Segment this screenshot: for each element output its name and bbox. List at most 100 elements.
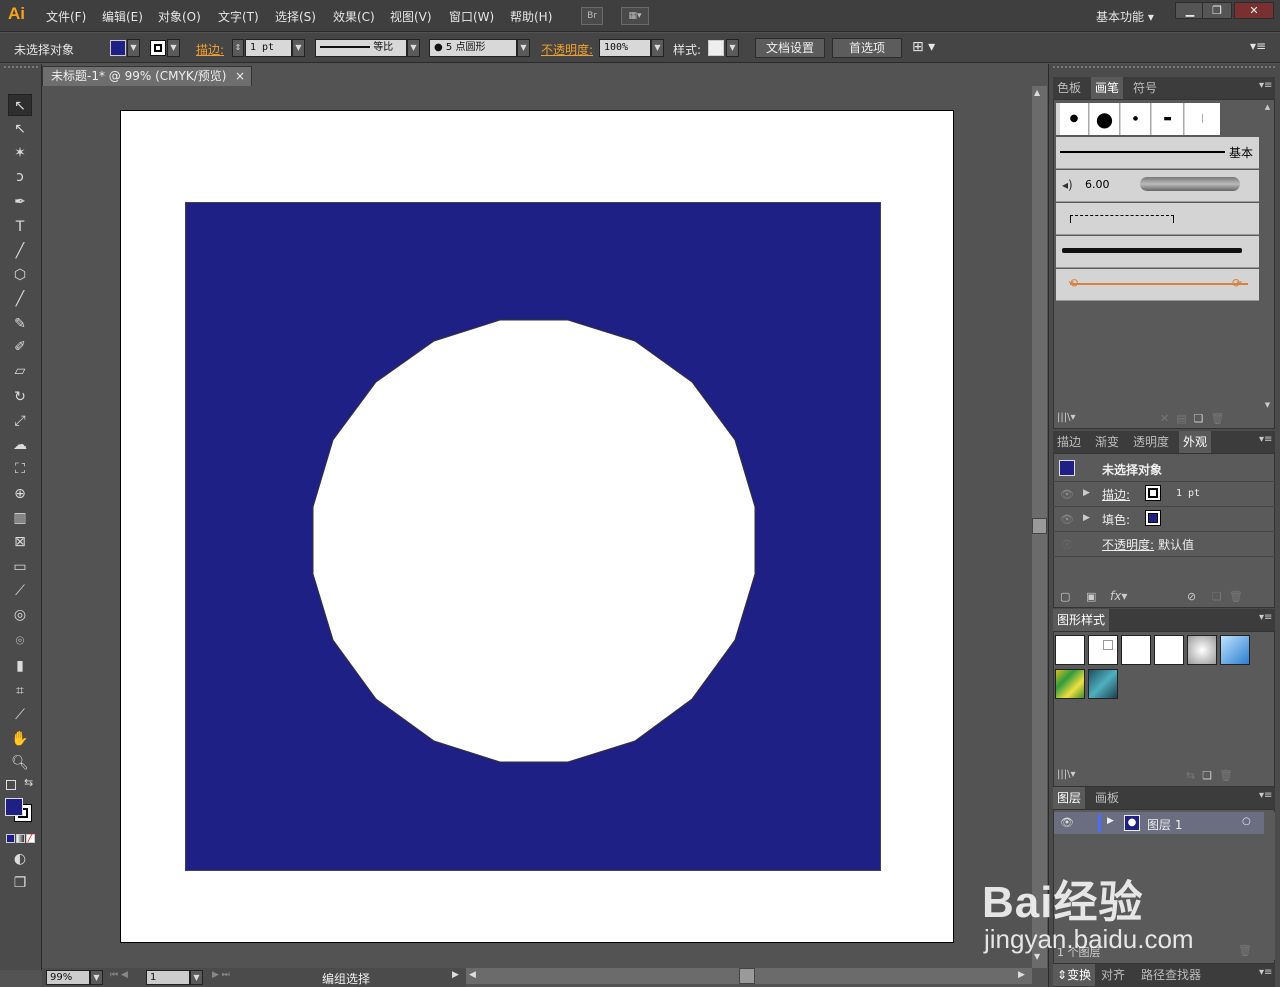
brush-art-arrow[interactable]: ⟲ ⟳	[1056, 269, 1259, 301]
first-artboard-icon[interactable]: ⏮ ◀	[110, 970, 128, 980]
profile-dropdown-icon[interactable]: ▼	[407, 39, 420, 57]
stroke-stepper-icon[interactable]: ⇕	[232, 39, 244, 57]
menu-help[interactable]: 帮助(H)	[510, 8, 552, 25]
bridge-button[interactable]: Br	[581, 7, 603, 25]
horizontal-scrollbar[interactable]: ◀ ▶	[466, 968, 1032, 984]
scroll-left-icon[interactable]: ◀	[469, 970, 476, 980]
none-mode-icon[interactable]: ╱	[26, 834, 35, 843]
appearance-opacity-label[interactable]: 不透明度:	[1102, 536, 1154, 553]
vertical-scrollbar[interactable]: ▲ ▼	[1032, 86, 1047, 968]
add-effect-icon[interactable]: fx▾	[1110, 589, 1127, 603]
symbol-sprayer-tool-icon[interactable]: ⌾	[8, 630, 32, 652]
zoom-dropdown-icon[interactable]: ▼	[90, 970, 103, 985]
control-menu-icon[interactable]: ▾≡	[1250, 39, 1266, 53]
style-green-pattern[interactable]	[1055, 669, 1085, 699]
minimize-button[interactable]: ▁	[1175, 2, 1205, 19]
artboard-number-field[interactable]: 1	[146, 970, 190, 985]
mesh-tool-icon[interactable]: ⊠	[8, 531, 32, 553]
style-default-text[interactable]	[1088, 635, 1118, 665]
document-setup-button[interactable]: 文档设置	[755, 38, 825, 58]
close-document-icon[interactable]: ×	[235, 67, 245, 85]
stroke-weight-dropdown-icon[interactable]: ▼	[292, 39, 305, 57]
opacity-label[interactable]: 不透明度:	[541, 41, 593, 58]
tab-transform[interactable]: ⇕变换	[1053, 964, 1096, 986]
brush-dropdown-icon[interactable]: ▼	[517, 39, 530, 57]
opacity-dropdown-icon[interactable]: ▼	[651, 39, 664, 57]
perspective-grid-tool-icon[interactable]: ▥	[8, 507, 32, 529]
tab-brushes[interactable]: 画笔	[1091, 77, 1124, 99]
brush-dot-thin[interactable]: |	[1185, 103, 1220, 135]
brush-definition[interactable]: ● 5 点圆形	[429, 39, 517, 57]
tab-stroke[interactable]: 描边	[1053, 431, 1085, 453]
blend-tool-icon[interactable]: ◎	[8, 604, 32, 626]
default-colors-icon[interactable]	[6, 780, 16, 790]
layer-row[interactable]: 👁︎ ▶ ● 图层 1 ○	[1054, 812, 1264, 834]
style-none[interactable]	[1154, 635, 1184, 665]
stroke-label[interactable]: 描边:	[196, 41, 224, 58]
brush-library-icon[interactable]: |||\▾	[1057, 412, 1076, 423]
preferences-button[interactable]: 首选项	[832, 38, 902, 58]
appearance-fill-swatch[interactable]	[1145, 510, 1161, 526]
magic-wand-tool-icon[interactable]: ✶	[8, 142, 32, 164]
brush-dot-tiny[interactable]: ●	[1121, 103, 1151, 135]
color-mode-icon[interactable]	[6, 834, 15, 843]
style-swatch[interactable]	[708, 40, 724, 56]
style-dropdown-icon[interactable]: ▼	[726, 39, 739, 57]
screen-mode-icon[interactable]: ❐	[8, 872, 32, 894]
opacity-field[interactable]: 100%	[599, 39, 651, 57]
pencil-tool-icon[interactable]: ✎	[8, 313, 32, 335]
status-mode[interactable]: 编组选择	[322, 970, 370, 987]
blob-brush-tool-icon[interactable]: ✐	[8, 336, 32, 358]
layer-name[interactable]: 图层 1	[1147, 816, 1182, 833]
fill-color-box[interactable]	[5, 798, 23, 816]
layers-panel-menu-icon[interactable]: ▾≡	[1259, 790, 1272, 801]
line-tool-icon[interactable]: ╱	[8, 240, 32, 262]
toolbox-grip[interactable]	[4, 66, 38, 72]
appearance-panel-menu-icon[interactable]: ▾≡	[1259, 434, 1272, 445]
clear-appearance-icon[interactable]: ⊘	[1187, 590, 1196, 603]
stroke-expand-icon[interactable]: ▶	[1083, 488, 1090, 498]
fill-visibility-icon[interactable]: 👁︎	[1060, 513, 1074, 526]
appearance-stroke-swatch[interactable]	[1145, 485, 1161, 501]
menu-type[interactable]: 文字(T)	[218, 8, 259, 25]
menu-window[interactable]: 窗口(W)	[449, 8, 494, 25]
duplicate-item-icon[interactable]: ❏ 🗑︎	[1212, 590, 1243, 603]
style-blue-gradient[interactable]	[1220, 635, 1250, 665]
new-stroke-icon[interactable]: ▢	[1060, 590, 1070, 603]
brush-dot-large[interactable]: ●	[1090, 103, 1120, 135]
tab-symbols[interactable]: 符号	[1129, 77, 1161, 99]
tab-graphic-styles[interactable]: 图形样式	[1053, 609, 1110, 631]
tab-transparency[interactable]: 透明度	[1129, 431, 1173, 453]
vertical-scroll-thumb[interactable]	[1032, 518, 1047, 534]
slice-tool-icon[interactable]: ⟋	[8, 704, 32, 726]
graphic-styles-menu-icon[interactable]: ▾≡	[1259, 612, 1272, 623]
status-menu-icon[interactable]: ▶	[452, 970, 459, 980]
menu-select[interactable]: 选择(S)	[275, 8, 316, 25]
menu-file[interactable]: 文件(F)	[46, 8, 86, 25]
style-teal-pattern[interactable]	[1088, 669, 1118, 699]
tab-gradient[interactable]: 渐变	[1091, 431, 1123, 453]
new-fill-icon[interactable]: ▣	[1086, 590, 1096, 603]
artboard-dropdown-icon[interactable]: ▼	[190, 970, 203, 985]
warp-tool-icon[interactable]: ☁	[8, 434, 32, 456]
layer-expand-icon[interactable]: ▶	[1107, 816, 1114, 826]
type-tool-icon[interactable]: T	[8, 216, 32, 238]
variable-width-profile[interactable]: 等比	[315, 39, 407, 57]
layer-visibility-icon[interactable]: 👁︎	[1060, 816, 1074, 829]
appearance-stroke-value[interactable]: 1 pt	[1176, 488, 1200, 499]
appearance-stroke-label[interactable]: 描边:	[1102, 486, 1130, 503]
brush-dot-angled[interactable]: ▬	[1152, 103, 1184, 135]
shape-builder-tool-icon[interactable]: ⊕	[8, 483, 32, 505]
menu-effect[interactable]: 效果(C)	[333, 8, 375, 25]
white-circle-cutout[interactable]	[312, 319, 756, 763]
paintbrush-tool-icon[interactable]: ╱	[8, 288, 32, 310]
zoom-tool-icon[interactable]: 🔍︎	[8, 752, 32, 774]
arrange-icon[interactable]: ⊞ ▾	[912, 39, 935, 55]
style-white[interactable]	[1121, 635, 1151, 665]
brush-dot-small[interactable]: ●	[1060, 103, 1089, 135]
style-default[interactable]	[1055, 635, 1085, 665]
artwork[interactable]	[185, 202, 881, 872]
brushes-panel-menu-icon[interactable]: ▾≡	[1259, 80, 1272, 91]
workspace-switcher[interactable]: 基本功能 ▾	[1096, 8, 1154, 25]
polygon-tool-icon[interactable]: ⬡	[8, 264, 32, 286]
